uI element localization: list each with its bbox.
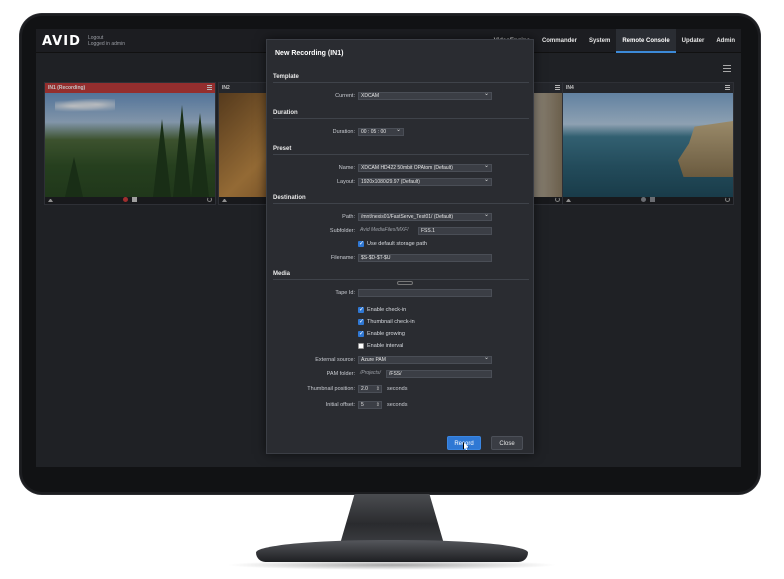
preset-name-label: Name: [338,165,355,171]
thumbnail-checkin-label: Thumbnail check-in [367,319,415,325]
pam-folder-prefix: /Projects/ [360,370,381,376]
preset-layout-select[interactable]: 1920x1080i29.97 (Default) [358,178,492,186]
initial-offset-unit: seconds [387,402,408,408]
enable-interval-checkbox[interactable] [358,343,364,349]
section-template: Template [273,74,529,83]
thumbnail-checkin-checkbox[interactable] [358,318,364,325]
enable-growing-label: Enable growing [367,331,405,337]
default-storage-label: Use default storage path [367,241,427,247]
external-source-select[interactable]: Azure PAM [358,356,492,364]
subfolder-input[interactable]: FSS.1 [418,227,492,235]
enable-interval-label: Enable interval [367,343,404,349]
nav-remote-console[interactable]: Remote Console [616,29,676,53]
external-source-label: External source: [315,357,355,363]
tape-id-label: Tape Id: [335,290,355,296]
filename-label: Filename: [330,255,355,261]
subfolder-label: Subfolder: [329,228,355,234]
section-destination: Destination [273,195,529,204]
thumbnail-position-unit: seconds [387,386,408,392]
initial-offset-stepper[interactable]: 5 [358,401,382,409]
thumbnail-position-label: Thumbnail position: [307,386,355,392]
avid-logo: AVID [42,34,81,49]
monitor-base [256,540,528,562]
initial-offset-label: Initial offset: [325,402,355,408]
new-recording-dialog: New Recording (IN1) Template Current: XD… [266,39,534,454]
thumbnail-position-stepper[interactable]: 2.0 [358,385,382,393]
template-label: Current: [335,93,355,99]
preset-name-select[interactable]: XDCAM HD422 50mbit OPAtom (Default) [358,164,492,172]
section-preset: Preset [273,146,529,155]
enable-checkin-label: Enable check-in [367,307,407,313]
section-media: Media [273,271,529,280]
nav-system[interactable]: System [583,29,616,53]
monitor-shadow [226,560,558,570]
user-info: Logout Logged in admin [88,35,125,47]
pam-folder-input[interactable]: /FSS/ [386,370,492,378]
section-duration: Duration [273,110,529,119]
duration-label: Duration: [332,129,355,135]
nav-commander[interactable]: Commander [536,29,583,53]
filename-input[interactable]: $S-$D-$T-$U [358,254,492,262]
enable-growing-checkbox[interactable] [358,330,364,337]
tape-id-input[interactable] [358,289,492,297]
enable-checkin-checkbox[interactable] [358,306,364,313]
monitor-neck [340,494,444,544]
path-select[interactable]: /mnt/nexis01/FastServe_Test01/ (Default) [358,213,492,221]
nav-admin[interactable]: Admin [710,29,741,53]
preset-layout-label: Layout: [336,179,355,185]
panel-resize-handle[interactable] [397,281,413,285]
subfolder-prefix: Avid MediaFiles/MXF/ [360,227,409,233]
close-button[interactable]: Close [491,436,523,450]
template-select[interactable]: XDCAM [358,92,492,100]
duration-input[interactable]: 00 : 05 : 00 [358,128,404,136]
monitor-stage: AVID Logout Logged in admin VideoEngine … [0,0,784,579]
logged-in-text: Logged in admin [88,41,125,47]
path-label: Path: [342,214,355,220]
dialog-title: New Recording (IN1) [275,50,344,57]
default-storage-checkbox[interactable] [358,240,364,247]
app-screen: AVID Logout Logged in admin VideoEngine … [36,29,741,467]
nav-updater[interactable]: Updater [676,29,711,53]
pam-folder-label: PAM folder: [326,371,355,377]
